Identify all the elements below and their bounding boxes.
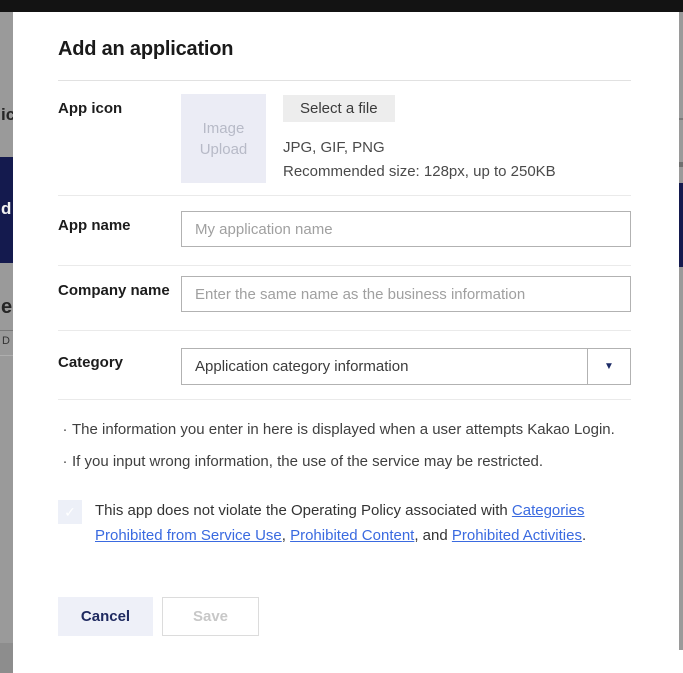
company-name-label: Company name xyxy=(58,276,181,303)
note-item: · If you input wrong information, the us… xyxy=(58,451,631,472)
divider xyxy=(679,118,683,120)
cancel-button[interactable]: Cancel xyxy=(58,597,153,636)
clipped-text-fragment: es xyxy=(1,296,13,319)
policy-agreement-row: ✓ This app does not violate the Operatin… xyxy=(58,498,631,548)
form-row-company-name: Company name xyxy=(58,266,631,331)
note-text: If you input wrong information, the use … xyxy=(72,451,631,472)
save-button[interactable]: Save xyxy=(162,597,259,636)
image-upload-placeholder: Image Upload xyxy=(181,118,266,160)
clipped-text-fragment: D xyxy=(2,335,10,347)
image-upload-dropzone[interactable]: Image Upload xyxy=(181,94,266,183)
background-footer-area xyxy=(679,650,683,673)
company-name-input[interactable] xyxy=(181,276,631,312)
check-icon: ✓ xyxy=(64,504,76,521)
policy-text-part: . xyxy=(582,527,586,544)
page-top-bar xyxy=(0,0,683,12)
category-selected-value: Application category information xyxy=(182,349,587,384)
policy-text-part: This app does not violate the Operating … xyxy=(95,502,512,519)
divider xyxy=(679,162,683,167)
divider xyxy=(0,330,13,331)
navy-hero-band: d xyxy=(0,157,13,263)
background-page-right-edge xyxy=(679,12,683,673)
note-text: The information you enter in here is dis… xyxy=(72,419,631,440)
background-footer-area xyxy=(0,643,13,673)
form-row-app-icon: App icon Image Upload Select a file JPG,… xyxy=(58,81,631,196)
bullet-dot: · xyxy=(58,419,72,440)
form-row-app-name: App name xyxy=(58,196,631,266)
link-prohibited-activities[interactable]: Prohibited Activities xyxy=(452,527,582,544)
policy-text-part: , xyxy=(282,527,290,544)
recommended-size-text: Recommended size: 128px, up to 250KB xyxy=(283,163,556,180)
modal-actions: Cancel Save xyxy=(58,597,631,636)
category-label: Category xyxy=(58,348,181,375)
background-page-left-edge: ic d es D xyxy=(0,12,13,673)
app-name-label: App name xyxy=(58,211,181,238)
clipped-text-fragment: ic xyxy=(1,105,13,125)
modal-title: Add an application xyxy=(58,38,631,61)
clipped-text-fragment: d xyxy=(1,199,11,219)
policy-text-part: , and xyxy=(414,527,452,544)
divider xyxy=(0,355,13,356)
allowed-formats-text: JPG, GIF, PNG xyxy=(283,139,556,156)
category-select-arrow-button[interactable]: ▼ xyxy=(587,349,630,384)
policy-statement: This app does not violate the Operating … xyxy=(95,498,627,548)
app-name-input[interactable] xyxy=(181,211,631,247)
policy-checkbox[interactable]: ✓ xyxy=(58,500,82,524)
bullet-dot: · xyxy=(58,451,72,472)
navy-hero-band xyxy=(679,183,683,267)
add-application-modal: Add an application App icon Image Upload… xyxy=(13,12,679,673)
note-item: · The information you enter in here is d… xyxy=(58,419,631,440)
category-select[interactable]: Application category information ▼ xyxy=(181,348,631,385)
form-row-category: Category Application category informatio… xyxy=(58,331,631,399)
chevron-down-icon: ▼ xyxy=(604,362,614,372)
app-icon-label: App icon xyxy=(58,94,181,121)
notes-list: · The information you enter in here is d… xyxy=(58,400,631,472)
select-file-button[interactable]: Select a file xyxy=(283,95,395,122)
link-prohibited-content[interactable]: Prohibited Content xyxy=(290,527,414,544)
